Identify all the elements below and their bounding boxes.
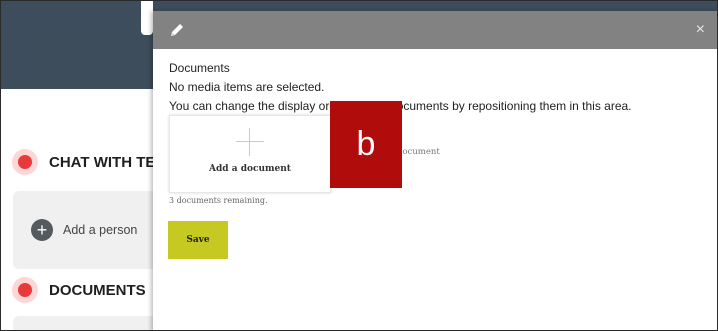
pencil-icon (171, 24, 183, 36)
section-documents[interactable]: DOCUMENTS (1, 272, 161, 308)
header-logo-tab (141, 1, 153, 35)
add-document-plus-icon (236, 128, 264, 156)
modal-heading: Documents (169, 61, 230, 75)
documents-modal: × Documents No media items are selected.… (153, 11, 717, 330)
close-icon[interactable]: × (696, 21, 705, 39)
modal-header: × (153, 11, 717, 49)
documents-card (13, 316, 161, 330)
record-indicator-icon (12, 149, 38, 175)
add-person-label: Add a person (63, 223, 138, 237)
no-items-text: No media items are selected. (169, 80, 325, 94)
section-documents-label: DOCUMENTS (49, 281, 146, 299)
section-chat-label: CHAT WITH TE (49, 153, 156, 171)
section-chat[interactable]: CHAT WITH TE (1, 144, 161, 180)
add-document-button[interactable]: Add a document (169, 115, 331, 193)
add-document-label: Add a document (209, 164, 291, 174)
add-person-button[interactable]: + Add a person (31, 219, 137, 241)
record-indicator-icon (12, 277, 38, 303)
documents-remaining-text: 3 documents remaining. (169, 196, 268, 205)
add-person-plus-icon: + (31, 219, 53, 241)
screen-frame: CHAT WITH TE + Add a person DOCUMENTS × … (0, 0, 718, 331)
document-hint-text: document (397, 147, 440, 157)
save-button[interactable]: Save (168, 221, 228, 259)
annotation-label-b: b (330, 101, 402, 188)
